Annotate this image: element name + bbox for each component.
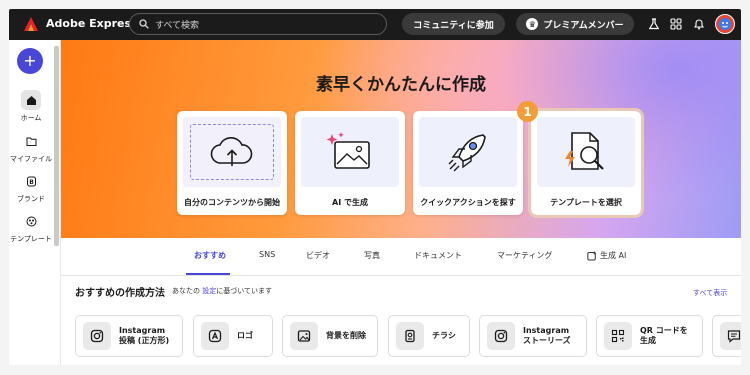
- adobe-express-app: Adobe Express すべて検索 コミュニティに参加 ♛ プレミアムメンバ…: [9, 9, 741, 365]
- ai-image-icon: [326, 132, 370, 169]
- choose-template-card[interactable]: テンプレートを選択: [528, 108, 644, 218]
- tab-marketing[interactable]: マーケティング: [497, 250, 552, 261]
- folder-icon: [21, 131, 41, 151]
- hero-title: 素早くかんたんに作成: [316, 75, 486, 95]
- card-art: [183, 117, 281, 187]
- quick-action-logo[interactable]: ロゴ: [193, 315, 273, 357]
- instagram-icon: [83, 322, 111, 350]
- crown-icon: ♛: [526, 18, 539, 30]
- sidebar-item-label: ブランド: [17, 195, 45, 203]
- card-art: [537, 117, 635, 187]
- start-from-content-card[interactable]: 自分のコンテンツから開始: [177, 111, 287, 215]
- explore-quick-actions-card[interactable]: クイックアクションを探す: [413, 111, 523, 215]
- quick-action-qr-code[interactable]: QR コードを 生成: [596, 315, 703, 357]
- recommended-section-title: おすすめの作成方法: [75, 288, 165, 299]
- quick-action-flyer[interactable]: チラシ: [388, 315, 470, 357]
- card-label: 自分のコンテンツから開始: [184, 198, 280, 207]
- tab-photo[interactable]: 写真: [364, 250, 380, 261]
- tab-recommended[interactable]: おすすめ: [194, 250, 226, 261]
- quick-action-label: 背景を削除: [326, 330, 366, 340]
- tab-generative-ai[interactable]: 生成 AI: [587, 250, 626, 261]
- hero-banner: 素早くかんたんに作成 自分のコンテンツから開始 AI で生成 クイックアクション…: [61, 40, 741, 238]
- settings-link[interactable]: 設定: [202, 287, 216, 295]
- adobe-express-logo-icon[interactable]: [24, 17, 38, 31]
- logo-icon: [201, 322, 229, 350]
- flask-icon[interactable]: [648, 18, 660, 30]
- subtitle-prefix: あなたの: [172, 287, 200, 295]
- template-search-icon: [565, 132, 604, 170]
- category-tabs: おすすめ SNS ビデオ 写真 ドキュメント マーケティング 生成 AI: [61, 238, 741, 276]
- qr-code-icon: [604, 322, 632, 350]
- tab-label: 生成 AI: [600, 251, 627, 260]
- sidebar-item-home[interactable]: ホーム: [9, 90, 53, 123]
- quick-action-instagram-post[interactable]: Instagram 投稿 (正方形): [75, 315, 183, 357]
- bell-icon[interactable]: [693, 18, 705, 30]
- apps-grid-icon[interactable]: [670, 18, 682, 30]
- top-bar: Adobe Express すべて検索 コミュニティに参加 ♛ プレミアムメンバ…: [9, 9, 741, 40]
- caption-icon: [720, 322, 741, 350]
- sidebar-item-templates[interactable]: テンプレート: [9, 211, 53, 244]
- quick-action-remove-background[interactable]: 背景を削除: [282, 315, 378, 357]
- tab-documents[interactable]: ドキュメント: [414, 250, 462, 261]
- quick-action-instagram-stories[interactable]: Instagram ストーリーズ: [479, 315, 587, 357]
- search-icon: [139, 19, 149, 29]
- premium-member-label: プレミアムメンバー: [543, 20, 624, 31]
- sidebar-item-my-files[interactable]: マイファイル: [9, 131, 53, 164]
- quick-action-caption[interactable]: [712, 315, 741, 357]
- sidebar-item-brand[interactable]: B ブランド: [9, 171, 53, 204]
- instagram-icon: [487, 322, 515, 350]
- quick-action-label: ロゴ: [237, 330, 253, 340]
- remove-background-icon: [290, 322, 318, 350]
- card-label: テンプレートを選択: [550, 198, 622, 207]
- rocket-icon: [448, 134, 486, 172]
- home-icon: [21, 90, 41, 110]
- sidebar-scrollbar[interactable]: [54, 46, 59, 246]
- join-community-button[interactable]: コミュニティに参加: [402, 13, 505, 35]
- step-number-badge: 1: [517, 101, 538, 122]
- quick-action-label: Instagram ストーリーズ: [523, 325, 571, 345]
- avatar-face-icon: [719, 18, 731, 30]
- tab-video[interactable]: ビデオ: [306, 250, 330, 261]
- quick-action-label: チラシ: [432, 330, 456, 340]
- create-new-button[interactable]: +: [17, 48, 43, 74]
- search-input[interactable]: すべて検索: [129, 13, 387, 35]
- screenshot-frame: Adobe Express すべて検索 コミュニティに参加 ♛ プレミアムメンバ…: [0, 0, 750, 375]
- tab-sns[interactable]: SNS: [259, 250, 275, 259]
- subtitle-suffix: に基づいています: [216, 287, 273, 295]
- active-tab-indicator: [186, 273, 230, 275]
- card-art: [301, 117, 399, 187]
- generate-with-ai-card[interactable]: AI で生成: [295, 111, 405, 215]
- flyer-icon: [396, 322, 424, 350]
- generative-ai-icon: [587, 250, 597, 260]
- brand-icon: B: [21, 171, 41, 191]
- show-all-link[interactable]: すべて表示: [693, 288, 727, 298]
- quick-action-label: Instagram 投稿 (正方形): [119, 325, 170, 345]
- card-art: [419, 117, 517, 187]
- template-icon: [21, 211, 41, 231]
- quick-action-label: QR コードを 生成: [640, 325, 688, 345]
- sidebar-item-label: マイファイル: [10, 155, 52, 163]
- sidebar-item-label: ホーム: [20, 114, 42, 122]
- card-label: クイックアクションを探す: [420, 198, 516, 207]
- avatar[interactable]: [715, 14, 735, 34]
- recommended-section-subtitle: あなたの 設定に基づいています: [172, 286, 272, 296]
- premium-member-button[interactable]: ♛ プレミアムメンバー: [516, 13, 634, 35]
- app-name[interactable]: Adobe Express: [46, 17, 138, 30]
- card-label: AI で生成: [332, 198, 368, 207]
- search-placeholder: すべて検索: [155, 20, 200, 31]
- svg-text:B: B: [29, 179, 34, 186]
- sidebar-item-label: テンプレート: [10, 235, 52, 243]
